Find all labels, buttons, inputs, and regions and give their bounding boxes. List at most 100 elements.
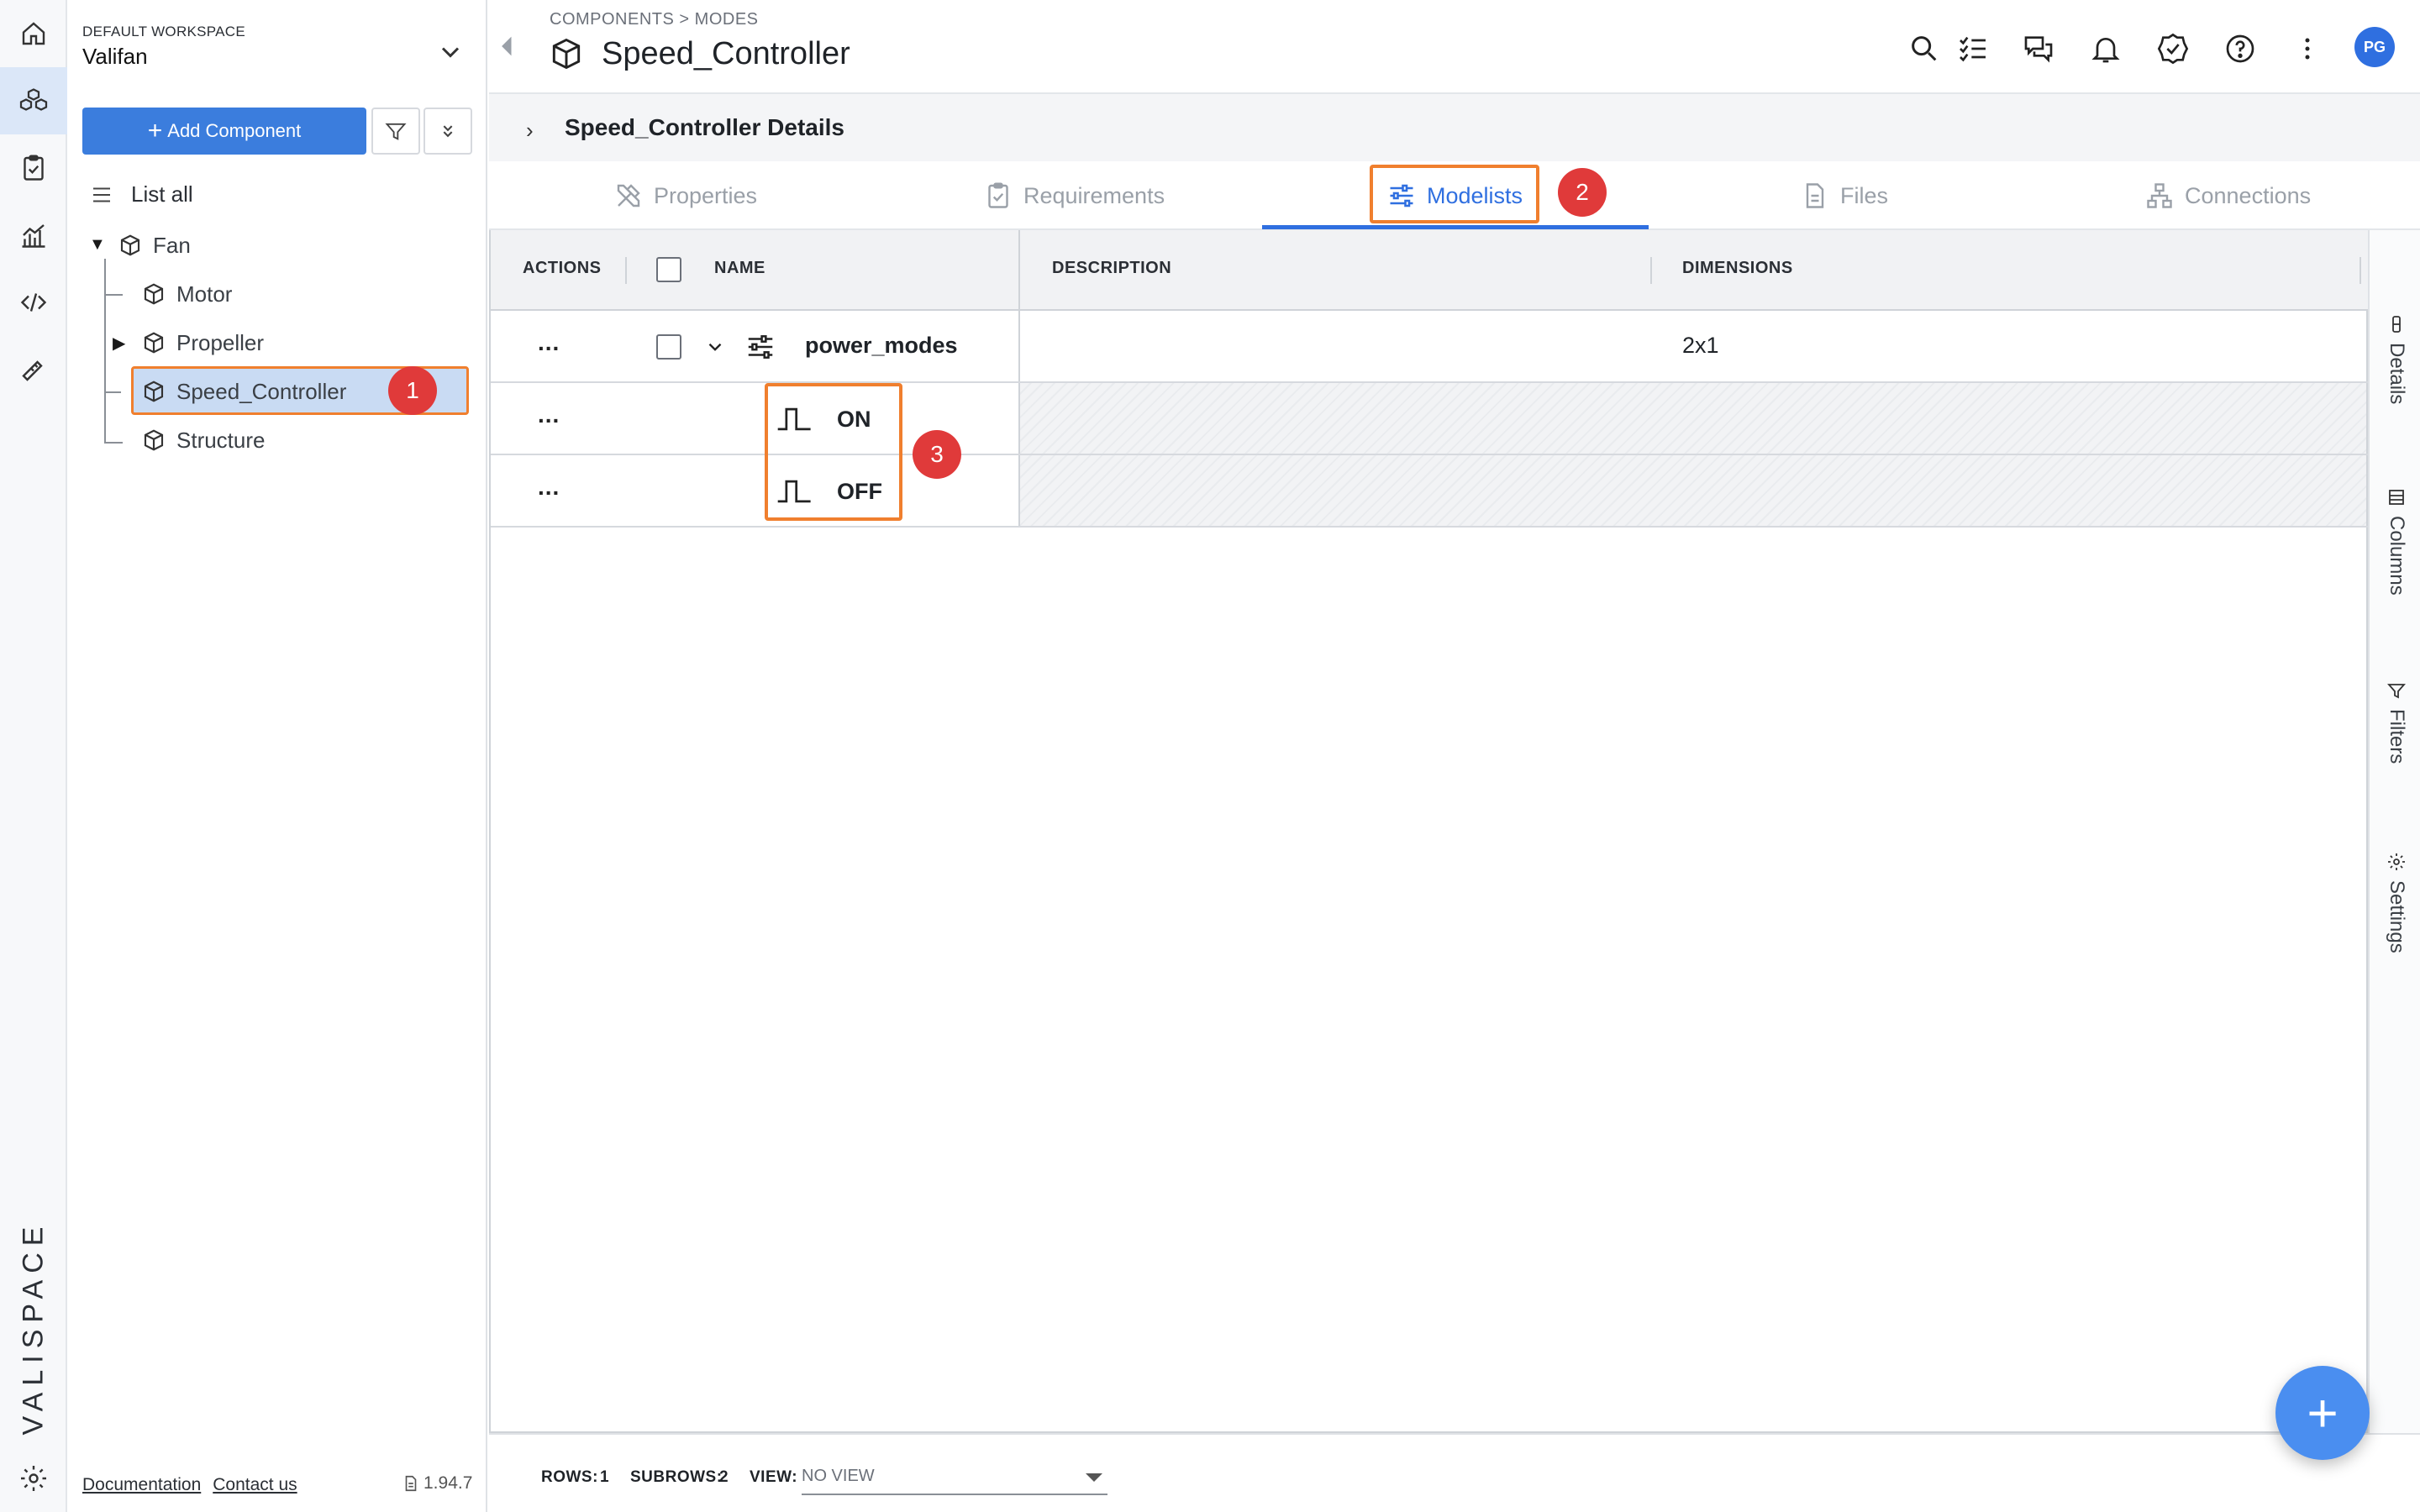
tools-icon: [617, 184, 640, 207]
view-select[interactable]: NO VIEW: [802, 1460, 1107, 1495]
cube-icon: [144, 429, 164, 451]
disabled-cells: [1020, 383, 2366, 454]
requirements-icon[interactable]: [0, 134, 67, 202]
cube-icon: [144, 381, 164, 402]
breadcrumb: COMPONENTS > MODES: [550, 10, 759, 29]
cube-icon: [144, 283, 164, 305]
modes-highlight: [765, 383, 902, 521]
avatar[interactable]: PG: [2354, 27, 2395, 67]
modelists-tab-highlight: [1370, 165, 1539, 223]
verified-check-icon[interactable]: [2156, 32, 2190, 66]
filter-button[interactable]: [371, 108, 420, 155]
tree-connector: [104, 259, 106, 444]
help-icon[interactable]: [2223, 32, 2257, 66]
version-label: 1.94.7: [402, 1473, 472, 1494]
subrows-label: SUBROWS:: [630, 1468, 723, 1486]
tree-connector: [104, 442, 123, 444]
details-bar[interactable]: › Speed_Controller Details: [489, 92, 2420, 161]
bell-icon[interactable]: [2089, 32, 2123, 66]
chevron-right-icon: ›: [526, 118, 534, 143]
tab-files[interactable]: Files: [1800, 161, 1888, 230]
column-divider: [1650, 257, 1652, 284]
column-name[interactable]: NAME: [714, 259, 765, 278]
tree-item-fan[interactable]: Fan: [118, 223, 191, 267]
row-actions-button[interactable]: ...: [538, 329, 560, 356]
chevron-down-icon[interactable]: [704, 336, 726, 358]
analytics-icon[interactable]: [0, 202, 67, 269]
subrows-count: 2: [719, 1468, 729, 1486]
page-title: Speed_Controller: [548, 35, 850, 72]
disabled-cells: [1020, 455, 2366, 526]
tree-item-structure[interactable]: Structure: [141, 418, 266, 462]
column-dimensions[interactable]: DIMENSIONS: [1682, 259, 1793, 278]
column-divider: [2360, 257, 2361, 284]
tab-requirements[interactable]: Requirements: [983, 161, 1165, 230]
modelists-table: ACTIONS NAME DESCRIPTION DIMENSIONS ... …: [489, 230, 2368, 1433]
tree-connector: [104, 391, 121, 393]
more-vertical-icon[interactable]: [2291, 32, 2324, 66]
annotation-badge-1: 1: [388, 366, 437, 415]
row-actions-button[interactable]: ...: [538, 402, 560, 428]
component-tree-panel: DEFAULT WORKSPACE Valifan + Add Componen…: [69, 0, 487, 1512]
row-actions-button[interactable]: ...: [538, 474, 560, 501]
details-icon: [2392, 316, 2401, 333]
column-actions[interactable]: ACTIONS: [523, 259, 602, 278]
tab-properties[interactable]: Properties: [613, 161, 757, 230]
table-row[interactable]: ... power_modes 2x1: [491, 311, 2368, 383]
chevron-right-icon: >: [679, 10, 695, 29]
cube-icon: [120, 234, 140, 256]
view-label: VIEW:: [750, 1468, 798, 1486]
column-description[interactable]: DESCRIPTION: [1052, 259, 1171, 278]
columns-icon: [2389, 490, 2404, 505]
side-tab-details[interactable]: Details: [2380, 314, 2413, 404]
filter-icon: [385, 123, 407, 140]
tree-item-motor[interactable]: Motor: [141, 272, 232, 316]
checklist-icon[interactable]: [1956, 32, 1990, 66]
dropdown-caret-icon: [1086, 1473, 1102, 1482]
table-header: ACTIONS NAME DESCRIPTION DIMENSIONS: [491, 230, 2368, 311]
discussions-icon[interactable]: [2022, 32, 2055, 66]
documentation-link[interactable]: Documentation: [82, 1475, 201, 1494]
breadcrumb-modes[interactable]: MODES: [695, 10, 759, 29]
caret-right-icon[interactable]: ▶: [113, 333, 125, 354]
add-component-button[interactable]: + Add Component: [82, 108, 366, 155]
workspace-name[interactable]: Valifan: [82, 44, 148, 70]
tree-item-speed-controller[interactable]: Speed_Controller: [141, 370, 346, 413]
search-icon[interactable]: [1907, 32, 1941, 66]
document-icon: [405, 1475, 417, 1492]
valispace-logo: VALISPACE: [17, 1220, 50, 1435]
list-all-item[interactable]: List all: [89, 181, 193, 207]
side-tab-filters[interactable]: Filters: [2380, 680, 2413, 764]
network-icon: [2147, 183, 2172, 208]
row-name: power_modes: [805, 333, 958, 358]
double-chevron-down-icon: [443, 125, 453, 138]
cube-icon: [552, 38, 581, 70]
file-icon: [1806, 183, 1824, 208]
sliders-icon: [748, 335, 773, 359]
gear-icon: [2388, 853, 2405, 870]
cube-icon: [144, 332, 164, 354]
contact-link[interactable]: Contact us: [213, 1475, 297, 1494]
tree-item-propeller[interactable]: Propeller: [141, 321, 264, 365]
caret-down-icon[interactable]: ▼: [89, 235, 106, 255]
add-fab-button[interactable]: +: [2275, 1366, 2370, 1460]
ruler-icon[interactable]: [0, 336, 67, 403]
code-icon[interactable]: [0, 269, 67, 336]
components-icon[interactable]: [0, 67, 67, 134]
nav-rail: VALISPACE: [0, 0, 67, 1512]
breadcrumb-components[interactable]: COMPONENTS: [550, 10, 674, 29]
settings-gear-icon[interactable]: [0, 1445, 67, 1512]
caret-left-icon: [502, 36, 512, 56]
details-bar-label: Speed_Controller Details: [565, 114, 844, 140]
chevron-down-icon[interactable]: [435, 37, 466, 67]
tab-connections[interactable]: Connections: [2144, 161, 2311, 230]
home-icon[interactable]: [0, 0, 67, 67]
annotation-badge-2: 2: [1558, 168, 1607, 217]
side-tab-columns[interactable]: Columns: [2380, 487, 2413, 596]
clipboard-check-icon: [988, 182, 1008, 208]
select-all-checkbox[interactable]: [656, 257, 681, 282]
expand-all-button[interactable]: [424, 108, 472, 155]
side-tab-settings[interactable]: Settings: [2380, 852, 2413, 953]
row-checkbox[interactable]: [656, 334, 681, 360]
collapse-panel-button[interactable]: [491, 0, 521, 92]
